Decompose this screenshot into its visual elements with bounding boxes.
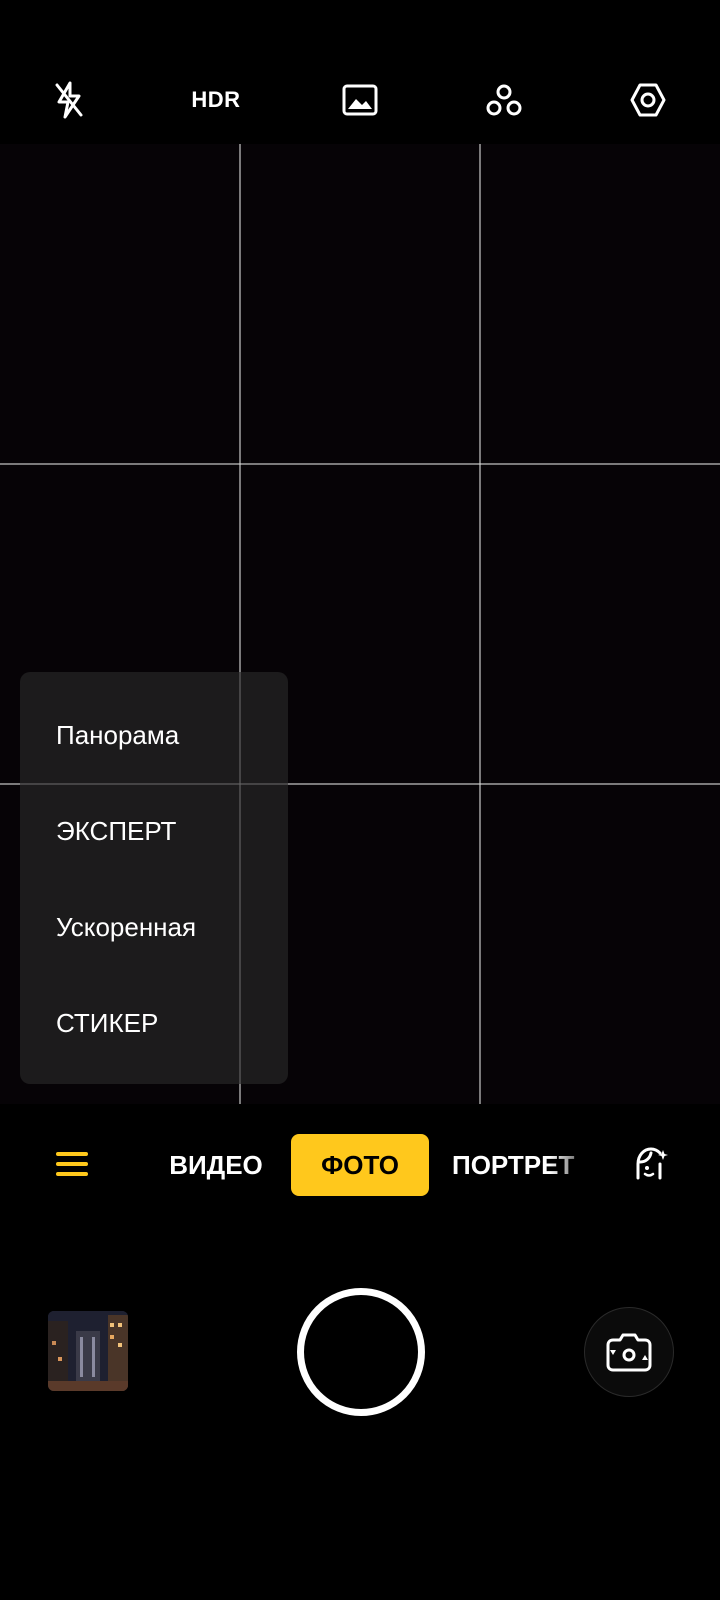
hdr-button[interactable]: HDR: [186, 70, 246, 130]
beauty-face-icon: [636, 1147, 668, 1180]
beauty-button[interactable]: [628, 1142, 672, 1186]
effects-button[interactable]: [474, 70, 534, 130]
gallery-preview-image: [48, 1311, 128, 1391]
settings-icon: [630, 83, 666, 117]
filter-button[interactable]: [330, 70, 390, 130]
hdr-label: HDR: [191, 87, 241, 112]
tab-video[interactable]: ВИДЕО: [160, 1134, 272, 1196]
settings-button[interactable]: [618, 70, 678, 130]
switch-camera-icon: [606, 1333, 652, 1372]
gallery-thumbnail[interactable]: [48, 1311, 128, 1391]
hamburger-menu-icon: [56, 1152, 88, 1176]
shutter-button[interactable]: [297, 1288, 425, 1416]
mode-menu-item-speed[interactable]: Ускоренная: [56, 912, 196, 943]
mode-menu-item-panorama[interactable]: Панорама: [56, 720, 179, 751]
more-modes-menu: Панорама ЭКСПЕРТ Ускоренная СТИКЕР: [20, 672, 288, 1084]
grid-line-vertical: [479, 144, 481, 1104]
mode-menu-item-sticker[interactable]: СТИКЕР: [56, 1008, 158, 1039]
flash-off-icon: [55, 81, 83, 119]
tab-photo[interactable]: ФОТО: [291, 1134, 429, 1196]
switch-camera-button[interactable]: [584, 1307, 674, 1397]
image-filter-icon: [342, 84, 378, 116]
bottom-controls: ВИДЕО ФОТО ПОРТРЕТ: [0, 1104, 720, 1600]
effects-icon: [486, 84, 522, 116]
grid-line-horizontal: [0, 463, 720, 465]
top-toolbar: HDR: [0, 0, 720, 144]
tab-portrait[interactable]: ПОРТРЕТ: [452, 1134, 582, 1196]
mode-menu-item-expert[interactable]: ЭКСПЕРТ: [56, 816, 176, 847]
flash-off-button[interactable]: [39, 70, 99, 130]
more-modes-button[interactable]: [50, 1142, 94, 1186]
